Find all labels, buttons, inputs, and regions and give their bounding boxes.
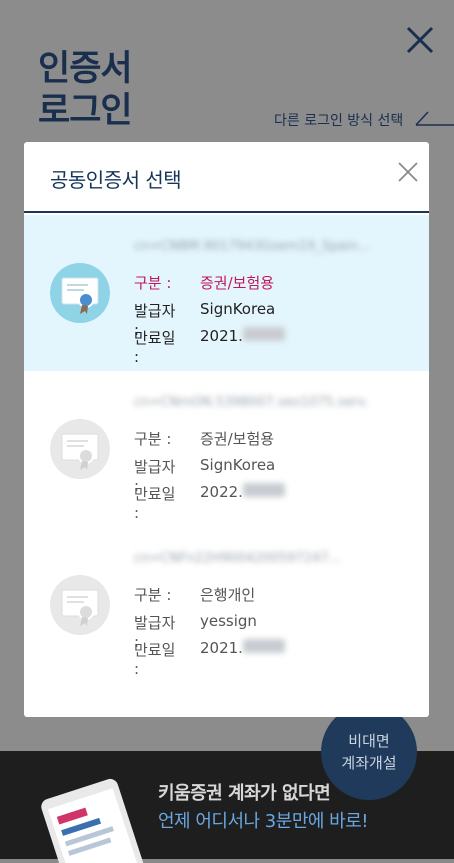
certificate-name-masked: cn=CNBM.9017943Gsem19_Spain... xyxy=(134,239,369,254)
open-account-button[interactable]: 비대면 계좌개설 xyxy=(321,704,417,800)
certificate-item[interactable]: cn=CNBM.9017943Gsem19_Spain... 구분 : 증권/보… xyxy=(24,215,429,371)
modal-header: 공동인증서 선택 xyxy=(24,142,429,213)
kind-value: 증권/보험용 xyxy=(200,274,275,292)
certificate-name-masked: cn=CNmON.5398007.seo1075.serv... xyxy=(134,395,369,410)
banner-text-2: 언제 어디서나 3분만에 바로! xyxy=(158,811,369,832)
expiry-label: 만료일 : xyxy=(134,641,176,678)
kind-row: 구분 : 증권/보험용 xyxy=(134,272,274,293)
other-login-link[interactable]: 다른 로그인 방식 선택 xyxy=(274,110,403,130)
close-icon[interactable] xyxy=(396,160,420,184)
certificate-item[interactable]: cn=CNmON.5398007.seo1075.serv... 구분 : 증권… xyxy=(24,371,429,527)
certificate-icon xyxy=(50,419,110,479)
expiry-value: 2021. xyxy=(200,639,243,657)
certificate-item[interactable]: cn=CNFn22H9004200597247... 구분 : 은행개인 발급자… xyxy=(24,527,429,683)
kind-row: 구분 : 은행개인 xyxy=(134,584,255,605)
close-icon[interactable] xyxy=(404,24,436,56)
banner-text-1: 키움증권 계좌가 없다면 xyxy=(158,783,331,804)
expiry-label: 만료일 : xyxy=(134,329,176,366)
expiry-value: 2021. xyxy=(200,327,243,345)
kind-row: 구분 : 증권/보험용 xyxy=(134,428,274,449)
phone-image-icon xyxy=(41,778,148,863)
certificate-name-masked: cn=CNFn22H9004200597247... xyxy=(134,551,342,566)
page-title: 인증서 로그인 xyxy=(38,49,133,131)
expiry-row: 만료일 : 2022. xyxy=(134,483,285,522)
expiry-masked xyxy=(242,327,285,341)
certificate-modal: 공동인증서 선택 cn=CNBM.9017943Gsem19_Spain... … xyxy=(24,142,429,717)
expiry-masked xyxy=(242,639,285,653)
kind-label: 구분 : xyxy=(134,586,172,604)
kind-value: 은행개인 xyxy=(200,586,256,604)
expiry-label: 만료일 : xyxy=(134,485,176,522)
expiry-row: 만료일 : 2021. xyxy=(134,327,285,366)
modal-title: 공동인증서 선택 xyxy=(50,168,182,192)
expiry-masked xyxy=(242,483,285,497)
certificate-icon xyxy=(50,263,110,323)
kind-label: 구분 : xyxy=(134,274,172,292)
certificate-icon xyxy=(50,575,110,635)
kind-label: 구분 : xyxy=(134,430,172,448)
expiry-value: 2022. xyxy=(200,483,243,501)
kind-value: 증권/보험용 xyxy=(200,430,275,448)
arrow-icon xyxy=(415,111,454,126)
expiry-row: 만료일 : 2021. xyxy=(134,639,285,678)
